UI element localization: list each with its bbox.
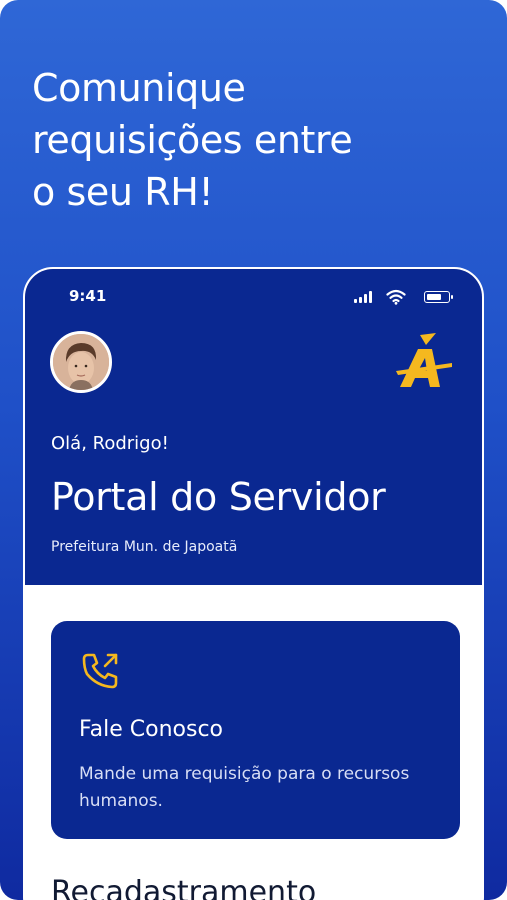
wifi-icon — [386, 289, 406, 305]
avatar-photo — [53, 334, 109, 390]
headline-line-1: Comunique — [32, 66, 246, 110]
a-accent-logo — [396, 333, 452, 387]
user-avatar[interactable] — [50, 331, 112, 393]
cellular-signal-icon — [354, 291, 374, 303]
promo-poster: Comunique requisições entre o seu RH! 9:… — [0, 0, 507, 900]
status-icons — [330, 289, 453, 305]
phone-mockup: 9:41 Olá, Rodrigo! Portal do Servidor Pr… — [23, 267, 484, 900]
promo-headline: Comunique requisições entre o seu RH! — [32, 62, 472, 218]
fale-conosco-card[interactable]: Fale Conosco Mande uma requisição para o… — [51, 621, 460, 839]
status-bar: 9:41 — [25, 283, 482, 309]
page-title: Portal do Servidor — [51, 475, 386, 519]
page-subtitle: Prefeitura Mun. de Japoatã — [51, 539, 238, 555]
card-title: Fale Conosco — [79, 717, 223, 742]
header-banner: 9:41 Olá, Rodrigo! Portal do Servidor Pr… — [25, 269, 482, 585]
phone-outgoing-icon — [82, 653, 118, 689]
status-time: 9:41 — [69, 287, 107, 305]
headline-line-2: requisições entre — [32, 118, 353, 162]
section-heading-recadastramento: Recadastramento — [51, 875, 317, 900]
headline-line-3: o seu RH! — [32, 170, 214, 214]
card-description: Mande uma requisição para o recursos hum… — [79, 764, 410, 811]
greeting: Olá, Rodrigo! — [51, 433, 169, 454]
battery-icon — [424, 291, 453, 303]
